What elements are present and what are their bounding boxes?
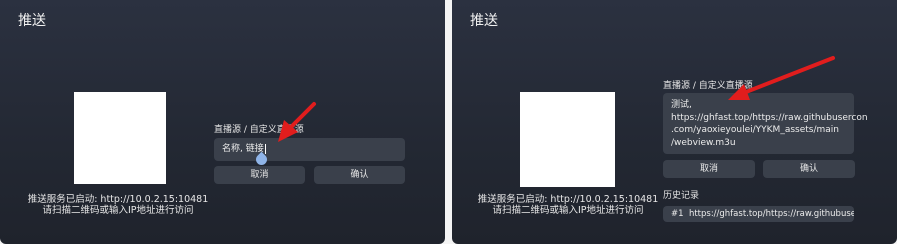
arrow-head: [728, 84, 750, 100]
annotation-arrow-right: [728, 56, 835, 100]
arrow-shaft: [744, 56, 835, 94]
push-panel-right: 推送 推送服务已启动: http://10.0.2.15:10481 请扫描二维…: [452, 0, 897, 244]
annotation-arrow-left: [278, 102, 316, 142]
push-panel-left: 推送 推送服务已启动: http://10.0.2.15:10481 请扫描二维…: [0, 0, 445, 244]
arrow-shaft: [288, 102, 316, 130]
